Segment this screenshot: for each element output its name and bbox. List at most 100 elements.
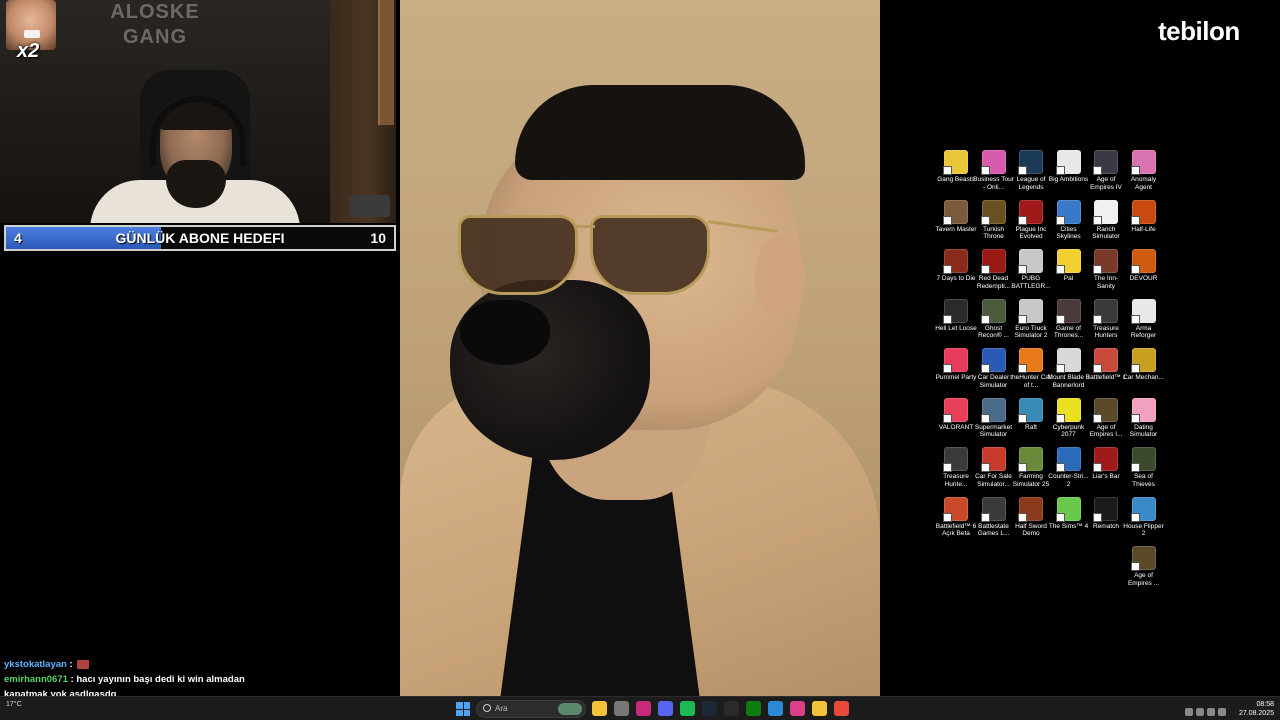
start-button[interactable] — [456, 702, 470, 716]
chat-emote-icon — [76, 659, 89, 669]
desktop-icon[interactable]: Farming Simulator 25 — [1010, 447, 1052, 488]
game-icon — [1130, 397, 1156, 423]
desktop-icon[interactable]: Hell Let Loose — [935, 298, 977, 333]
desktop-icon[interactable]: Red Dead Redempti... — [973, 249, 1015, 290]
desktop-icon[interactable]: House Flipper 2 — [1123, 496, 1165, 538]
desktop-icon[interactable]: Euro Truck Simulator 2 — [1010, 298, 1052, 340]
desktop-icon[interactable]: Battlestate Games L... — [973, 496, 1015, 538]
game-icon — [1055, 397, 1081, 423]
stream-screen: ALOSKE GANG x2 4 GÜNLÜK ABONE HEDEFI 10 … — [0, 0, 1280, 720]
desktop-icons: Gang Beasts Business Tour - Onli... League… — [935, 150, 1165, 590]
desktop-icon[interactable]: DEVOUR — [1123, 249, 1165, 283]
game-icon — [1018, 199, 1043, 225]
search-highlight-icon — [558, 703, 582, 715]
desktop-icon[interactable]: Cyberpunk 2077 — [1048, 397, 1090, 439]
app-icon[interactable] — [636, 701, 651, 716]
desktop-icon-label: Age of Empires ... — [1127, 572, 1160, 587]
desktop-icon[interactable]: Age of Empires ... — [1123, 546, 1165, 587]
desktop-icon[interactable]: Age of Empires I... — [1085, 397, 1127, 439]
discord-icon[interactable] — [658, 701, 673, 716]
game-icon — [1130, 496, 1156, 522]
game-icon — [1093, 348, 1118, 373]
media-player-icon[interactable] — [834, 701, 849, 716]
desktop-icon[interactable]: Raft — [1010, 397, 1052, 432]
desktop-icon[interactable]: The Sims™ 4 — [1048, 496, 1090, 531]
desktop-icon[interactable]: Treasure Hunte... — [935, 447, 977, 488]
desktop-icon[interactable]: Battlefield™ 6 Açık Beta — [935, 496, 977, 538]
desktop-icon[interactable]: Tavern Master — [935, 199, 977, 234]
desktop-icon[interactable]: Ranch Simulator — [1085, 199, 1127, 241]
desktop-icon[interactable]: Cities Skylines — [1048, 199, 1090, 241]
ms-edge-icon[interactable] — [768, 701, 783, 716]
xbox-icon[interactable] — [746, 701, 761, 716]
chat-username[interactable]: ykstokatlayan — [4, 659, 67, 670]
desktop-icon-label: Raft — [1025, 423, 1037, 431]
file-explorer-icon[interactable] — [592, 701, 607, 716]
desktop-icon-label: House Flipper 2 — [1123, 522, 1164, 538]
desktop-icon[interactable]: League of Legends — [1010, 150, 1052, 191]
game-icon — [1130, 546, 1156, 571]
desktop-icon[interactable]: Business Tour - Onli... — [973, 150, 1015, 191]
desktop-icon[interactable]: Battlefield™ 1 — [1085, 348, 1127, 382]
game-icon — [1018, 298, 1043, 324]
desktop-icon-label: The Inn-Sanity — [1093, 275, 1119, 290]
search-box[interactable]: Ara — [476, 700, 586, 718]
desktop-icon-label: Anomaly Agent — [1130, 176, 1157, 191]
desktop-icon[interactable]: Car Mechan... — [1123, 348, 1165, 382]
desktop-icon-label: Liar's Bar — [1092, 473, 1120, 480]
game-icon — [980, 397, 1006, 423]
chat-username[interactable]: emirhann0671 — [4, 674, 68, 685]
desktop-icon[interactable]: The Inn-Sanity — [1085, 249, 1127, 290]
desktop-icon[interactable]: Rematch — [1085, 496, 1127, 531]
clock[interactable]: 08:58 27.08.2025 — [1239, 700, 1274, 718]
desktop-icon[interactable]: Liar's Bar — [1085, 447, 1127, 481]
desktop-icon[interactable]: Supermarket Simulator — [973, 397, 1015, 439]
desktop-icon[interactable]: Mount Blade II Bannerlord — [1048, 348, 1090, 389]
desktop-icon[interactable]: Gang Beasts — [935, 150, 977, 184]
desktop-icon[interactable]: Anomaly Agent — [1123, 150, 1165, 191]
desktop-icon-label: Half-Life — [1131, 225, 1156, 233]
game-icon — [943, 447, 968, 472]
desktop-icon[interactable]: Half-Life — [1123, 199, 1165, 234]
desktop-icon-label: Game of Thrones... — [1053, 324, 1084, 340]
desktop-icon-label: Counter-Stri... 2 — [1048, 473, 1089, 488]
desktop-icon[interactable]: Pummel Party — [935, 348, 977, 382]
task-view-icon[interactable] — [614, 701, 629, 716]
desktop-icon-label: Ghost Recon® ... — [978, 324, 1009, 340]
desktop-icon[interactable]: Car Dealer Simulator — [973, 348, 1015, 389]
desktop-icon-label: 7 Days to Die — [936, 275, 976, 282]
game-icon — [980, 298, 1006, 324]
desktop-icon[interactable]: Big Ambitions — [1048, 150, 1090, 184]
desktop-icon[interactable]: Pal — [1048, 249, 1090, 283]
desktop-icon[interactable]: Age of Empires IV — [1085, 150, 1127, 191]
steam-icon[interactable] — [702, 701, 717, 716]
desktop-icon[interactable]: theHunter Call of t... — [1010, 348, 1052, 389]
desktop-icon[interactable]: Ghost Recon® ... — [973, 298, 1015, 340]
desktop-icon[interactable]: Turkish Throne — [973, 199, 1015, 241]
desktop-icon[interactable]: Half Sword Demo — [1010, 496, 1052, 538]
subscriber-goal-bar: 4 GÜNLÜK ABONE HEDEFI 10 — [4, 225, 396, 251]
weather-widget[interactable]: 17°C — [6, 701, 22, 708]
system-tray[interactable] — [1185, 703, 1235, 716]
folder-icon[interactable] — [812, 701, 827, 716]
door-frame — [378, 0, 394, 125]
desktop-icon-label: Dating Simulator — [1129, 423, 1158, 439]
desktop-icon[interactable]: VALORANT — [935, 397, 977, 432]
desktop-icon[interactable]: Treasure Hunters — [1085, 298, 1127, 340]
desktop-icon[interactable]: Arma Reforger — [1123, 298, 1165, 340]
desktop-icon[interactable]: PUBG BATTLEGR... — [1010, 249, 1052, 290]
epic-games-icon[interactable] — [724, 701, 739, 716]
game-icon — [943, 150, 968, 175]
game-icon — [1018, 496, 1043, 522]
desktop-icon[interactable]: Plague Inc Evolved — [1010, 199, 1052, 241]
instagram-icon[interactable] — [790, 701, 805, 716]
game-icon — [980, 496, 1006, 522]
desktop-icon[interactable]: Sea of Thieves — [1123, 447, 1165, 488]
desktop-icon-label: Sea of Thieves — [1132, 473, 1155, 488]
desktop-icon[interactable]: 7 Days to Die — [935, 249, 977, 283]
spotify-icon[interactable] — [680, 701, 695, 716]
desktop-icon[interactable]: Dating Simulator — [1123, 397, 1165, 439]
desktop-icon[interactable]: Counter-Stri... 2 — [1048, 447, 1090, 488]
desktop-icon[interactable]: Game of Thrones... — [1048, 298, 1090, 340]
desktop-icon[interactable]: Car For Sale Simulator... — [973, 447, 1015, 488]
